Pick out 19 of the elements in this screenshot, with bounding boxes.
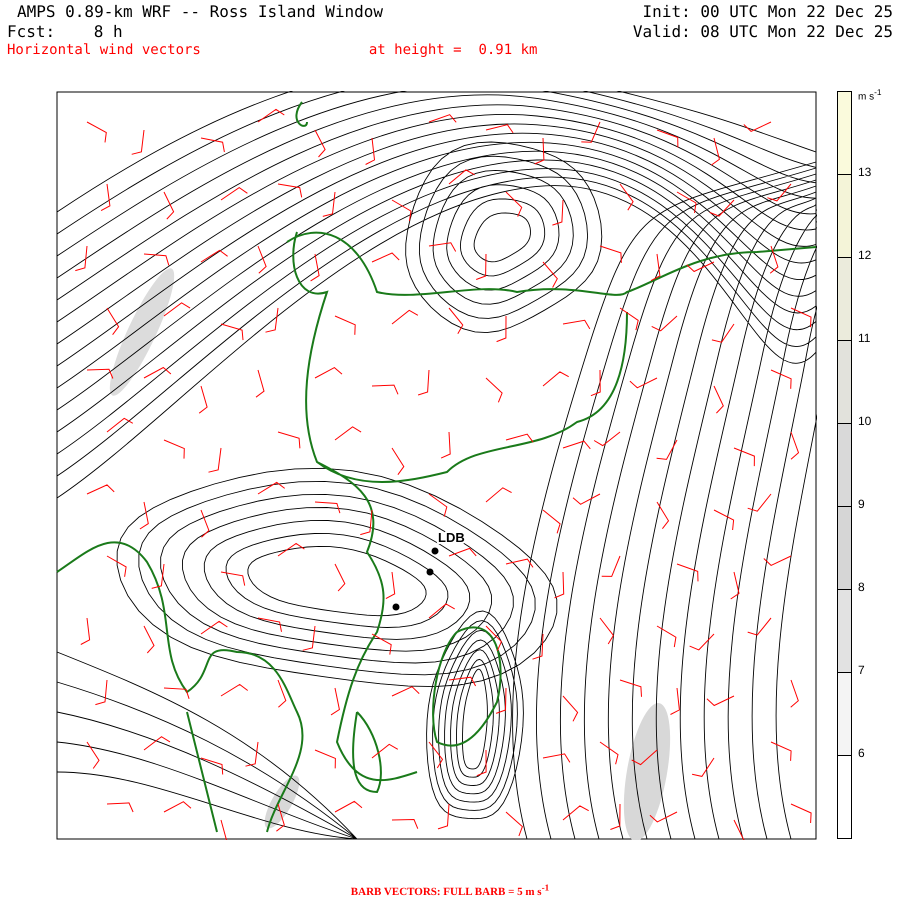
height-level: at height = 0.91 km bbox=[368, 41, 538, 60]
tick-label: 13 bbox=[858, 165, 872, 180]
field-name: Horizontal wind vectors bbox=[7, 41, 201, 60]
tick-label: 6 bbox=[858, 746, 865, 760]
valid-time: Valid: 08 UTC Mon 22 Dec 25 bbox=[632, 22, 893, 41]
plot-title: AMPS 0.89-km WRF -- Ross Island Window bbox=[16, 2, 384, 22]
tick-label: 7 bbox=[858, 662, 865, 677]
station-dot bbox=[432, 547, 438, 554]
forecast-hour: Fcst: 8 h bbox=[7, 22, 123, 41]
init-time: Init: 00 UTC Mon 22 Dec 25 bbox=[642, 2, 893, 22]
station-dot bbox=[426, 568, 434, 575]
barb-legend: BARB VECTORS: FULL BARB = 5 m s$^{-1}$ bbox=[350, 886, 550, 898]
station-dot bbox=[392, 603, 400, 610]
tick-label: 11 bbox=[858, 331, 870, 346]
tick-label: 8 bbox=[858, 580, 865, 594]
unit-label: m s$^{-1}$ bbox=[858, 86, 882, 102]
tick-label: 10 bbox=[858, 414, 872, 428]
tick-label: 9 bbox=[858, 496, 865, 511]
tick-label: 12 bbox=[858, 248, 872, 262]
